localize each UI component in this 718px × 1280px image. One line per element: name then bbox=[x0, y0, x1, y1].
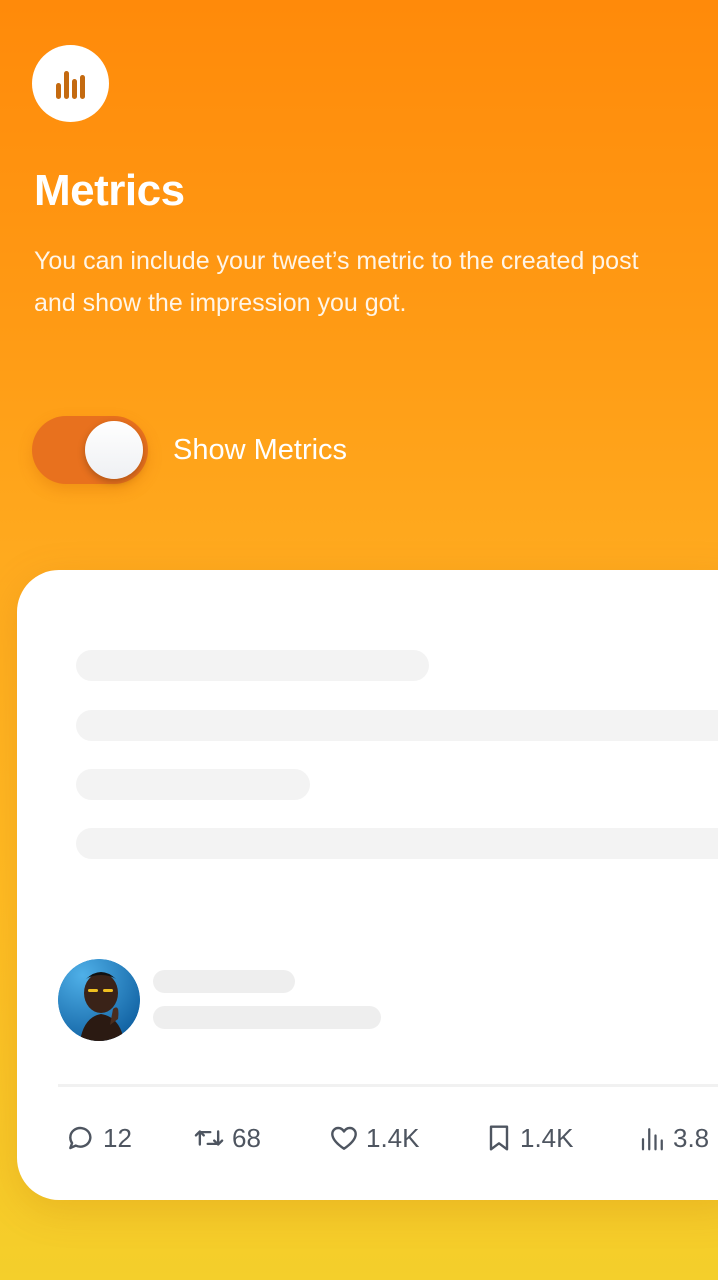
likes-metric[interactable]: 1.4K bbox=[328, 1122, 484, 1154]
author-name-placeholder bbox=[153, 970, 295, 993]
reply-icon bbox=[69, 1126, 92, 1150]
bookmarks-metric[interactable]: 1.4K bbox=[484, 1122, 639, 1154]
toggle-knob[interactable] bbox=[85, 421, 143, 479]
text-placeholder-line bbox=[76, 650, 429, 681]
replies-count: 12 bbox=[103, 1122, 132, 1153]
text-placeholder-line bbox=[76, 828, 718, 859]
bookmark-icon bbox=[489, 1125, 509, 1151]
likes-count: 1.4K bbox=[366, 1122, 420, 1153]
text-placeholder-line bbox=[76, 769, 310, 800]
show-metrics-toggle-row[interactable]: Show Metrics bbox=[32, 416, 347, 484]
views-count: 3.8 bbox=[673, 1122, 710, 1153]
show-metrics-toggle[interactable] bbox=[32, 416, 148, 484]
tweet-preview-card: 12 68 1.4K 1.4K 3.8 bbox=[17, 570, 718, 1200]
views-metric[interactable]: 3.8 bbox=[639, 1123, 709, 1154]
bookmarks-count: 1.4K bbox=[520, 1122, 574, 1153]
text-placeholder-line bbox=[76, 710, 718, 741]
page-description: You can include your tweet’s metric to t… bbox=[34, 247, 639, 317]
replies-metric[interactable]: 12 bbox=[65, 1122, 192, 1154]
bar-chart-icon bbox=[55, 70, 85, 99]
author-handle-placeholder bbox=[153, 1006, 381, 1029]
toggle-label: Show Metrics bbox=[173, 433, 348, 466]
heart-icon bbox=[331, 1126, 357, 1150]
avatar bbox=[58, 959, 140, 1041]
divider bbox=[58, 1084, 718, 1087]
retweets-count: 68 bbox=[232, 1122, 261, 1153]
retweets-metric[interactable]: 68 bbox=[192, 1122, 328, 1154]
retweet-icon bbox=[194, 1130, 224, 1146]
metrics-logo-badge bbox=[32, 45, 109, 122]
tweet-metrics: 12 68 1.4K 1.4K 3.8 bbox=[65, 1118, 709, 1158]
views-icon bbox=[641, 1128, 663, 1151]
page-title: Metrics bbox=[34, 166, 185, 215]
